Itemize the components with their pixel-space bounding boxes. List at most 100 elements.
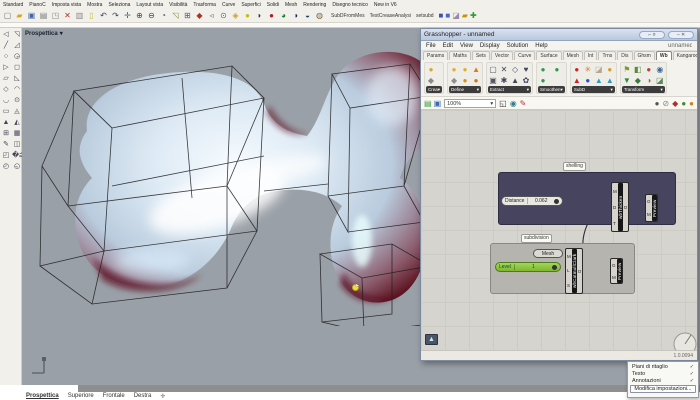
preview-mode-icon[interactable]: ⊘ [662, 98, 669, 109]
input-pin[interactable]: T [613, 221, 617, 226]
component-icon[interactable]: ▢ [488, 64, 498, 75]
check-icon[interactable]: ✓ [690, 378, 694, 384]
panel-group-label[interactable]: Transform▾ [622, 86, 665, 93]
toolbar-icon[interactable]: ✕ [62, 10, 73, 21]
toolbar-icon[interactable]: ▤ [38, 10, 49, 21]
horizontal-scroll-strip[interactable] [0, 385, 700, 392]
wbcatmullclark-component[interactable]: M L S wbCatmullClark O [565, 248, 583, 294]
grasshopper-window[interactable]: Grasshopper - unnamed ⌐ ¤ – ✕ File Edit … [420, 28, 698, 361]
distance-slider[interactable]: Distance 0.062 [501, 196, 563, 206]
check-icon[interactable]: ✓ [690, 371, 694, 377]
component-tab[interactable]: Mesh [563, 51, 583, 60]
menu-item[interactable]: Curve [222, 2, 235, 8]
component-icon[interactable]: ● [583, 75, 593, 86]
tool-icon[interactable]: ▭ [1, 107, 11, 117]
component-tab[interactable]: Trns [598, 51, 616, 60]
toolbar-icon[interactable]: ● [266, 10, 277, 21]
preview-mode-icon[interactable]: ● [655, 98, 660, 109]
preview-component[interactable]: G M Preview [645, 194, 658, 222]
component-icon[interactable]: ▲ [594, 75, 604, 86]
input-pin[interactable]: S [567, 283, 571, 288]
input-pin[interactable]: L [567, 268, 571, 273]
component-icon[interactable]: ● [460, 64, 470, 75]
menu-item[interactable]: Solidi [267, 2, 279, 8]
toolbar-icon[interactable]: ▰ [14, 10, 25, 21]
viewport-tab[interactable]: Prospettica [26, 393, 59, 399]
toolbar-icon[interactable]: ↷ [110, 10, 121, 21]
tool-icon[interactable]: ▷ [1, 63, 11, 73]
menu-item[interactable]: Trasforma [193, 2, 216, 8]
component-icon[interactable]: ◇ [510, 64, 520, 75]
grasshopper-titlebar[interactable]: Grasshopper - unnamed ⌐ ¤ – ✕ [421, 29, 697, 41]
toolbar-icon[interactable]: ▰ [462, 10, 468, 21]
viewport-tab[interactable]: Superiore [68, 393, 94, 399]
tool-icon[interactable]: ◠ [12, 85, 22, 95]
toolbar-icon[interactable]: ◪ [452, 10, 460, 21]
toolbar-icon[interactable]: ⊙ [218, 10, 229, 21]
component-icon[interactable]: ▣ [488, 75, 498, 86]
input-pin[interactable]: M [647, 212, 651, 217]
component-icon[interactable]: ◑ [644, 75, 654, 86]
component-icon[interactable]: ● [552, 64, 562, 75]
toolbar-icon[interactable]: ◗ [254, 10, 265, 21]
component-icon[interactable]: ● [605, 64, 615, 75]
grasshopper-canvas[interactable]: shelling Distance 0.062 M D T wbThicken … [421, 110, 697, 351]
title-pill-button[interactable]: ⌐ ¤ [639, 31, 665, 39]
component-tab[interactable]: Ghsm [634, 51, 655, 60]
tool-icon[interactable]: ◫ [12, 140, 22, 150]
tool-icon[interactable]: �ష [12, 151, 22, 161]
canvas-view-icon[interactable]: ◱ [499, 98, 507, 109]
component-icon[interactable]: ✱ [499, 75, 509, 86]
subd-model[interactable] [32, 36, 442, 326]
menu-item[interactable]: Mostra [87, 2, 102, 8]
tool-icon[interactable]: ◶ [12, 52, 22, 62]
tool-icon[interactable]: ✎ [1, 140, 11, 150]
scrollbar-track[interactable] [78, 385, 700, 392]
level-slider[interactable]: Level 1 [495, 262, 561, 272]
canvas-view-icon[interactable]: ◉ [510, 98, 517, 109]
component-icon[interactable]: ▼ [622, 75, 632, 86]
toolbar-icon[interactable]: ◑ [290, 10, 301, 21]
tool-icon[interactable]: ◁ [1, 30, 11, 40]
chevron-down-icon[interactable]: ▾ [611, 86, 613, 93]
chevron-down-icon[interactable]: ▾ [527, 86, 529, 93]
tool-icon[interactable]: ◰ [1, 151, 11, 161]
macro-button[interactable]: TestCreaseAnalysi [370, 13, 411, 19]
input-pin[interactable]: G [612, 263, 616, 268]
tool-icon[interactable]: ▲ [1, 118, 11, 128]
menu-item[interactable]: Disegno tecnico [332, 2, 368, 8]
toolbar-icon[interactable]: ● [242, 10, 253, 21]
tool-icon[interactable]: ╱ [1, 41, 11, 51]
tool-icon[interactable]: ⊞ [1, 129, 11, 139]
component-icon[interactable]: ◪ [594, 64, 604, 75]
tool-icon[interactable]: ▦ [12, 129, 22, 139]
edit-settings-button[interactable]: Modifica impostazioni... [630, 385, 696, 393]
toolbar-icon[interactable]: ⊕ [134, 10, 145, 21]
component-tab[interactable]: Sets [472, 51, 490, 60]
slider-grip[interactable] [552, 265, 557, 270]
toolbar-icon[interactable]: ✚ [470, 10, 477, 21]
document-name[interactable]: unnamed [668, 43, 692, 49]
menu-view[interactable]: View [460, 43, 473, 49]
component-tab[interactable]: Params [423, 51, 448, 60]
tool-icon[interactable]: ◵ [12, 162, 22, 172]
preview-mode-icon[interactable]: ◆ [672, 98, 678, 109]
component-tab[interactable]: Vector [491, 51, 513, 60]
menu-file[interactable]: File [426, 43, 436, 49]
component-icon[interactable]: ✳ [583, 64, 593, 75]
menu-display[interactable]: Display [480, 43, 500, 49]
tool-icon[interactable]: ◻ [12, 63, 22, 73]
tool-icon[interactable]: ◡ [1, 96, 11, 106]
toolbar-icon[interactable]: ◳ [50, 10, 61, 21]
slider-grip[interactable] [554, 199, 559, 204]
toolbar-icon[interactable]: ■ [439, 10, 444, 21]
input-pin[interactable]: M [567, 254, 571, 259]
component-icon[interactable]: ◧ [633, 64, 643, 75]
tool-icon[interactable]: ◴ [1, 162, 11, 172]
panel-group-label[interactable]: Extract▾ [488, 86, 531, 93]
tool-icon[interactable]: ◬ [12, 107, 22, 117]
toolbar-icon[interactable]: ■ [445, 10, 450, 21]
window-controls-button[interactable]: – ✕ [668, 31, 694, 39]
chevron-down-icon[interactable]: ▾ [490, 100, 493, 107]
menu-item[interactable]: Mesh [285, 2, 297, 8]
